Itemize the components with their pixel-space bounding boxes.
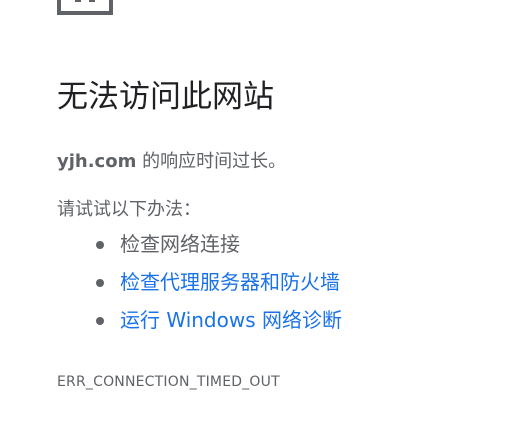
error-code: ERR_CONNECTION_TIMED_OUT — [57, 374, 280, 390]
suggestion-check-network: 检查网络连接 — [93, 230, 342, 268]
bullet-dot — [96, 317, 104, 325]
run-network-diagnostics-link[interactable]: 运行 Windows 网络诊断 — [120, 308, 342, 332]
error-summary: yjh.com 的响应时间过长。 — [57, 148, 286, 176]
broken-page-icon — [57, 0, 113, 15]
suggestion-run-diagnostics: 运行 Windows 网络诊断 — [93, 306, 342, 344]
error-page: 无法访问此网站 yjh.com 的响应时间过长。 请试试以下办法： 检查网络连接… — [0, 0, 510, 439]
host-name: yjh.com — [57, 151, 137, 172]
bullet-dot — [96, 279, 104, 287]
summary-text: 的响应时间过长。 — [136, 151, 287, 172]
check-proxy-firewall-link[interactable]: 检查代理服务器和防火墙 — [120, 270, 340, 294]
bullet-dot — [96, 241, 104, 249]
suggestion-check-proxy-firewall: 检查代理服务器和防火墙 — [93, 268, 342, 306]
suggestion-label: 检查网络连接 — [120, 232, 240, 256]
page-title: 无法访问此网站 — [57, 79, 274, 115]
suggestions-heading: 请试试以下办法： — [57, 199, 201, 220]
suggestions-list: 检查网络连接 检查代理服务器和防火墙 运行 Windows 网络诊断 — [93, 230, 342, 344]
